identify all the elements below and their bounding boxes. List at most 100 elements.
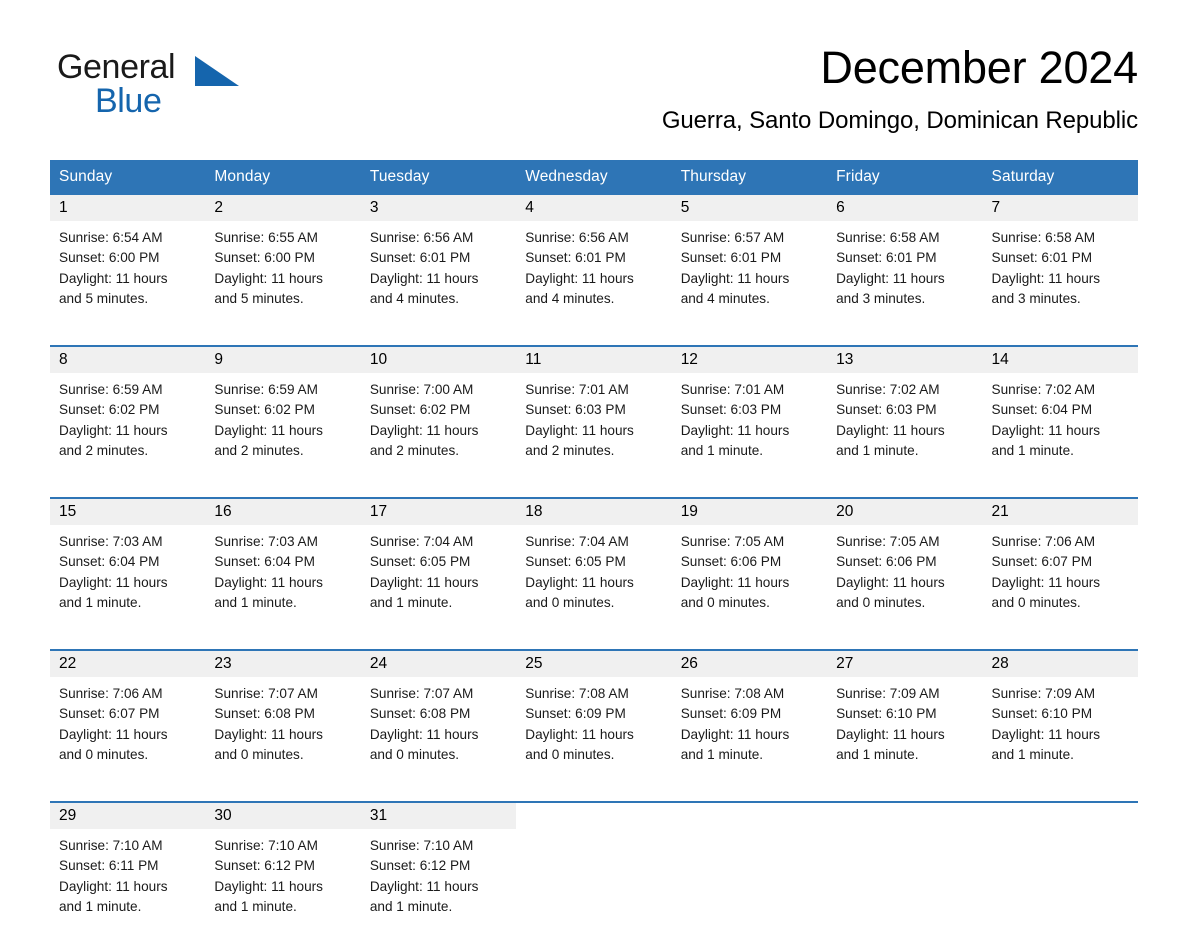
day-number: 2 xyxy=(214,199,224,216)
calendar-day-cell[interactable]: 5 Sunrise: 6:57 AM Sunset: 6:01 PM Daylight… xyxy=(671,195,828,324)
day-number-band: 16 xyxy=(205,499,361,525)
day-number: 23 xyxy=(214,655,232,672)
sunset-time: Sunset: 6:01 PM xyxy=(525,250,626,266)
sunrise-time: Sunrise: 7:03 AM xyxy=(59,534,163,549)
day-number-band: 8 xyxy=(50,347,206,373)
calendar-day-cell[interactable]: 13 Sunrise: 7:02 AM Sunset: 6:03 PM Dayligh… xyxy=(827,345,983,476)
daylight-duration-line1: Daylight: 11 hours xyxy=(680,422,790,438)
day-cell-details: Sunrise: 7:08 AM Sunset: 6:09 PM Daylight:… xyxy=(672,677,827,766)
calendar-day-cell[interactable]: 12 Sunrise: 7:01 AM Sunset: 6:03 PM Dayligh… xyxy=(671,345,828,476)
calendar-day-cell[interactable]: 19 Sunrise: 7:05 AM Sunset: 6:06 PM Dayligh… xyxy=(671,497,828,628)
day-cell-details: Sunrise: 7:07 AM Sunset: 6:08 PM Daylight:… xyxy=(361,677,516,766)
sunset-time: Sunset: 6:07 PM xyxy=(991,554,1093,570)
day-number-band: 24 xyxy=(360,651,517,677)
calendar-day-cell[interactable]: 24 Sunrise: 7:07 AM Sunset: 6:08 PM Dayligh… xyxy=(360,649,517,780)
calendar-day-cell[interactable]: 20 Sunrise: 7:05 AM Sunset: 6:06 PM Dayligh… xyxy=(827,497,983,628)
calendar-day-cell[interactable]: 6 Sunrise: 6:58 AM Sunset: 6:01 PM Daylight… xyxy=(827,195,983,324)
calendar-day-cell[interactable]: 27 Sunrise: 7:09 AM Sunset: 6:10 PM Dayligh… xyxy=(827,649,983,780)
weekday-header-friday: Friday xyxy=(827,160,983,195)
day-cell-details: Sunrise: 6:57 AM Sunset: 6:01 PM Daylight:… xyxy=(672,221,827,310)
day-cell-details: Sunrise: 7:01 AM Sunset: 6:03 PM Daylight:… xyxy=(516,373,671,462)
day-number-band: 22 xyxy=(50,651,206,677)
calendar-day-cell[interactable]: 1 Sunrise: 6:54 AM Sunset: 6:00 PM Daylight… xyxy=(50,195,206,324)
daylight-duration-line2: and 4 minutes. xyxy=(680,291,770,307)
day-cell-details: Sunrise: 7:07 AM Sunset: 6:08 PM Daylight:… xyxy=(205,677,360,766)
day-cell-inner: 7 Sunrise: 6:58 AM Sunset: 6:01 PM Daylight… xyxy=(982,195,1138,324)
day-cell-details: Sunrise: 7:10 AM Sunset: 6:12 PM Daylight:… xyxy=(205,829,360,918)
day-number: 21 xyxy=(991,503,1009,520)
calendar-day-cell[interactable]: 8 Sunrise: 6:59 AM Sunset: 6:02 PM Daylight… xyxy=(50,345,206,476)
calendar-day-cell[interactable]: 7 Sunrise: 6:58 AM Sunset: 6:01 PM Daylight… xyxy=(982,195,1138,324)
daylight-duration-line1: Daylight: 11 hours xyxy=(369,270,479,286)
sunset-time: Sunset: 6:11 PM xyxy=(59,858,159,874)
day-number: 27 xyxy=(836,655,854,672)
calendar-day-cell[interactable]: 16 Sunrise: 7:03 AM Sunset: 6:04 PM Dayligh… xyxy=(205,497,361,628)
day-number-band: 21 xyxy=(982,499,1138,525)
day-number-band: 5 xyxy=(671,195,828,221)
daylight-duration-line1: Daylight: 11 hours xyxy=(369,878,479,894)
day-cell-inner: 19 Sunrise: 7:05 AM Sunset: 6:06 PM Dayligh… xyxy=(671,499,828,628)
sunrise-time: Sunrise: 7:01 AM xyxy=(680,382,785,397)
calendar-day-cell[interactable]: 3 Sunrise: 6:56 AM Sunset: 6:01 PM Daylight… xyxy=(360,195,517,324)
sunrise-time: Sunrise: 6:58 AM xyxy=(991,230,1096,245)
day-cell-details: Sunrise: 6:55 AM Sunset: 6:00 PM Daylight:… xyxy=(205,221,360,310)
calendar-day-cell[interactable]: 9 Sunrise: 6:59 AM Sunset: 6:02 PM Daylight… xyxy=(205,345,361,476)
calendar-day-cell[interactable]: 21 Sunrise: 7:06 AM Sunset: 6:07 PM Dayligh… xyxy=(982,497,1138,628)
calendar-day-cell[interactable]: 15 Sunrise: 7:03 AM Sunset: 6:04 PM Dayligh… xyxy=(50,497,206,628)
day-number: 11 xyxy=(525,351,542,368)
day-cell-inner: 22 Sunrise: 7:06 AM Sunset: 6:07 PM Dayligh… xyxy=(50,651,206,780)
daylight-duration-line1: Daylight: 11 hours xyxy=(214,574,323,590)
day-cell-details xyxy=(827,829,982,836)
calendar-day-cell[interactable]: 23 Sunrise: 7:07 AM Sunset: 6:08 PM Dayligh… xyxy=(205,649,361,780)
daylight-duration-line2: and 5 minutes. xyxy=(59,291,149,307)
calendar-day-cell[interactable]: 30 Sunrise: 7:10 AM Sunset: 6:12 PM Dayligh… xyxy=(205,801,361,932)
sunrise-time: Sunrise: 7:08 AM xyxy=(680,686,785,701)
day-cell-inner xyxy=(983,803,1138,932)
calendar-day-cell[interactable]: 4 Sunrise: 6:56 AM Sunset: 6:01 PM Daylight… xyxy=(516,195,672,324)
calendar-day-cell[interactable]: 31 Sunrise: 7:10 AM Sunset: 6:12 PM Dayligh… xyxy=(360,801,517,932)
day-number: 10 xyxy=(369,351,388,368)
day-number-band xyxy=(983,803,1138,829)
week-spacer-cell xyxy=(50,780,1138,802)
general-blue-logo[interactable]: General Blue xyxy=(57,42,239,118)
week-spacer xyxy=(50,628,1138,650)
calendar-day-cell[interactable]: 28 Sunrise: 7:09 AM Sunset: 6:10 PM Dayligh… xyxy=(982,649,1138,780)
calendar-day-cell[interactable]: 14 Sunrise: 7:02 AM Sunset: 6:04 PM Dayligh… xyxy=(982,345,1138,476)
day-number: 7 xyxy=(991,199,1001,216)
day-cell-details xyxy=(516,829,671,836)
sunset-time: Sunset: 6:00 PM xyxy=(214,250,315,266)
day-cell-inner: 4 Sunrise: 6:56 AM Sunset: 6:01 PM Daylight… xyxy=(516,195,672,324)
day-cell-inner: 17 Sunrise: 7:04 AM Sunset: 6:05 PM Dayligh… xyxy=(360,499,517,628)
calendar-day-cell[interactable]: 25 Sunrise: 7:08 AM Sunset: 6:09 PM Dayligh… xyxy=(516,649,672,780)
day-number-band: 10 xyxy=(360,347,517,373)
day-number-band: 30 xyxy=(205,803,361,829)
daylight-duration-line2: and 3 minutes. xyxy=(836,291,926,307)
calendar-day-cell[interactable]: 10 Sunrise: 7:00 AM Sunset: 6:02 PM Dayligh… xyxy=(360,345,517,476)
calendar-header-row: Sunday Monday Tuesday Wednesday Thursday… xyxy=(50,160,1138,195)
sunrise-time: Sunrise: 7:05 AM xyxy=(680,534,785,549)
calendar-day-cell[interactable]: 2 Sunrise: 6:55 AM Sunset: 6:00 PM Daylight… xyxy=(205,195,361,324)
calendar-day-cell[interactable]: 17 Sunrise: 7:04 AM Sunset: 6:05 PM Dayligh… xyxy=(360,497,517,628)
day-number-band: 4 xyxy=(516,195,672,221)
day-number: 30 xyxy=(214,807,232,824)
week-spacer-cell xyxy=(50,324,1138,346)
daylight-duration-line1: Daylight: 11 hours xyxy=(214,726,323,742)
day-cell-details: Sunrise: 7:09 AM Sunset: 6:10 PM Daylight:… xyxy=(827,677,982,766)
day-number-band: 31 xyxy=(360,803,517,829)
calendar-day-cell[interactable]: 26 Sunrise: 7:08 AM Sunset: 6:09 PM Dayligh… xyxy=(671,649,828,780)
week-spacer-cell xyxy=(50,628,1138,650)
calendar-day-cell[interactable]: 29 Sunrise: 7:10 AM Sunset: 6:11 PM Dayligh… xyxy=(50,801,206,932)
day-cell-details: Sunrise: 6:58 AM Sunset: 6:01 PM Daylight:… xyxy=(983,221,1138,310)
calendar-day-cell[interactable]: 18 Sunrise: 7:04 AM Sunset: 6:05 PM Dayligh… xyxy=(516,497,672,628)
calendar-day-cell[interactable]: 22 Sunrise: 7:06 AM Sunset: 6:07 PM Dayligh… xyxy=(50,649,206,780)
daylight-duration-line2: and 2 minutes. xyxy=(59,443,149,459)
calendar-day-cell[interactable]: 11 Sunrise: 7:01 AM Sunset: 6:03 PM Dayligh… xyxy=(516,345,672,476)
sunrise-time: Sunrise: 7:02 AM xyxy=(836,382,940,397)
day-number-band xyxy=(827,803,982,829)
calendar-day-cell xyxy=(671,801,828,932)
week-spacer xyxy=(50,780,1138,802)
day-cell-inner: 13 Sunrise: 7:02 AM Sunset: 6:03 PM Dayligh… xyxy=(827,347,983,476)
day-cell-details: Sunrise: 7:05 AM Sunset: 6:06 PM Daylight:… xyxy=(672,525,827,614)
sunset-time: Sunset: 6:07 PM xyxy=(59,706,160,722)
daylight-duration-line2: and 4 minutes. xyxy=(369,291,460,307)
